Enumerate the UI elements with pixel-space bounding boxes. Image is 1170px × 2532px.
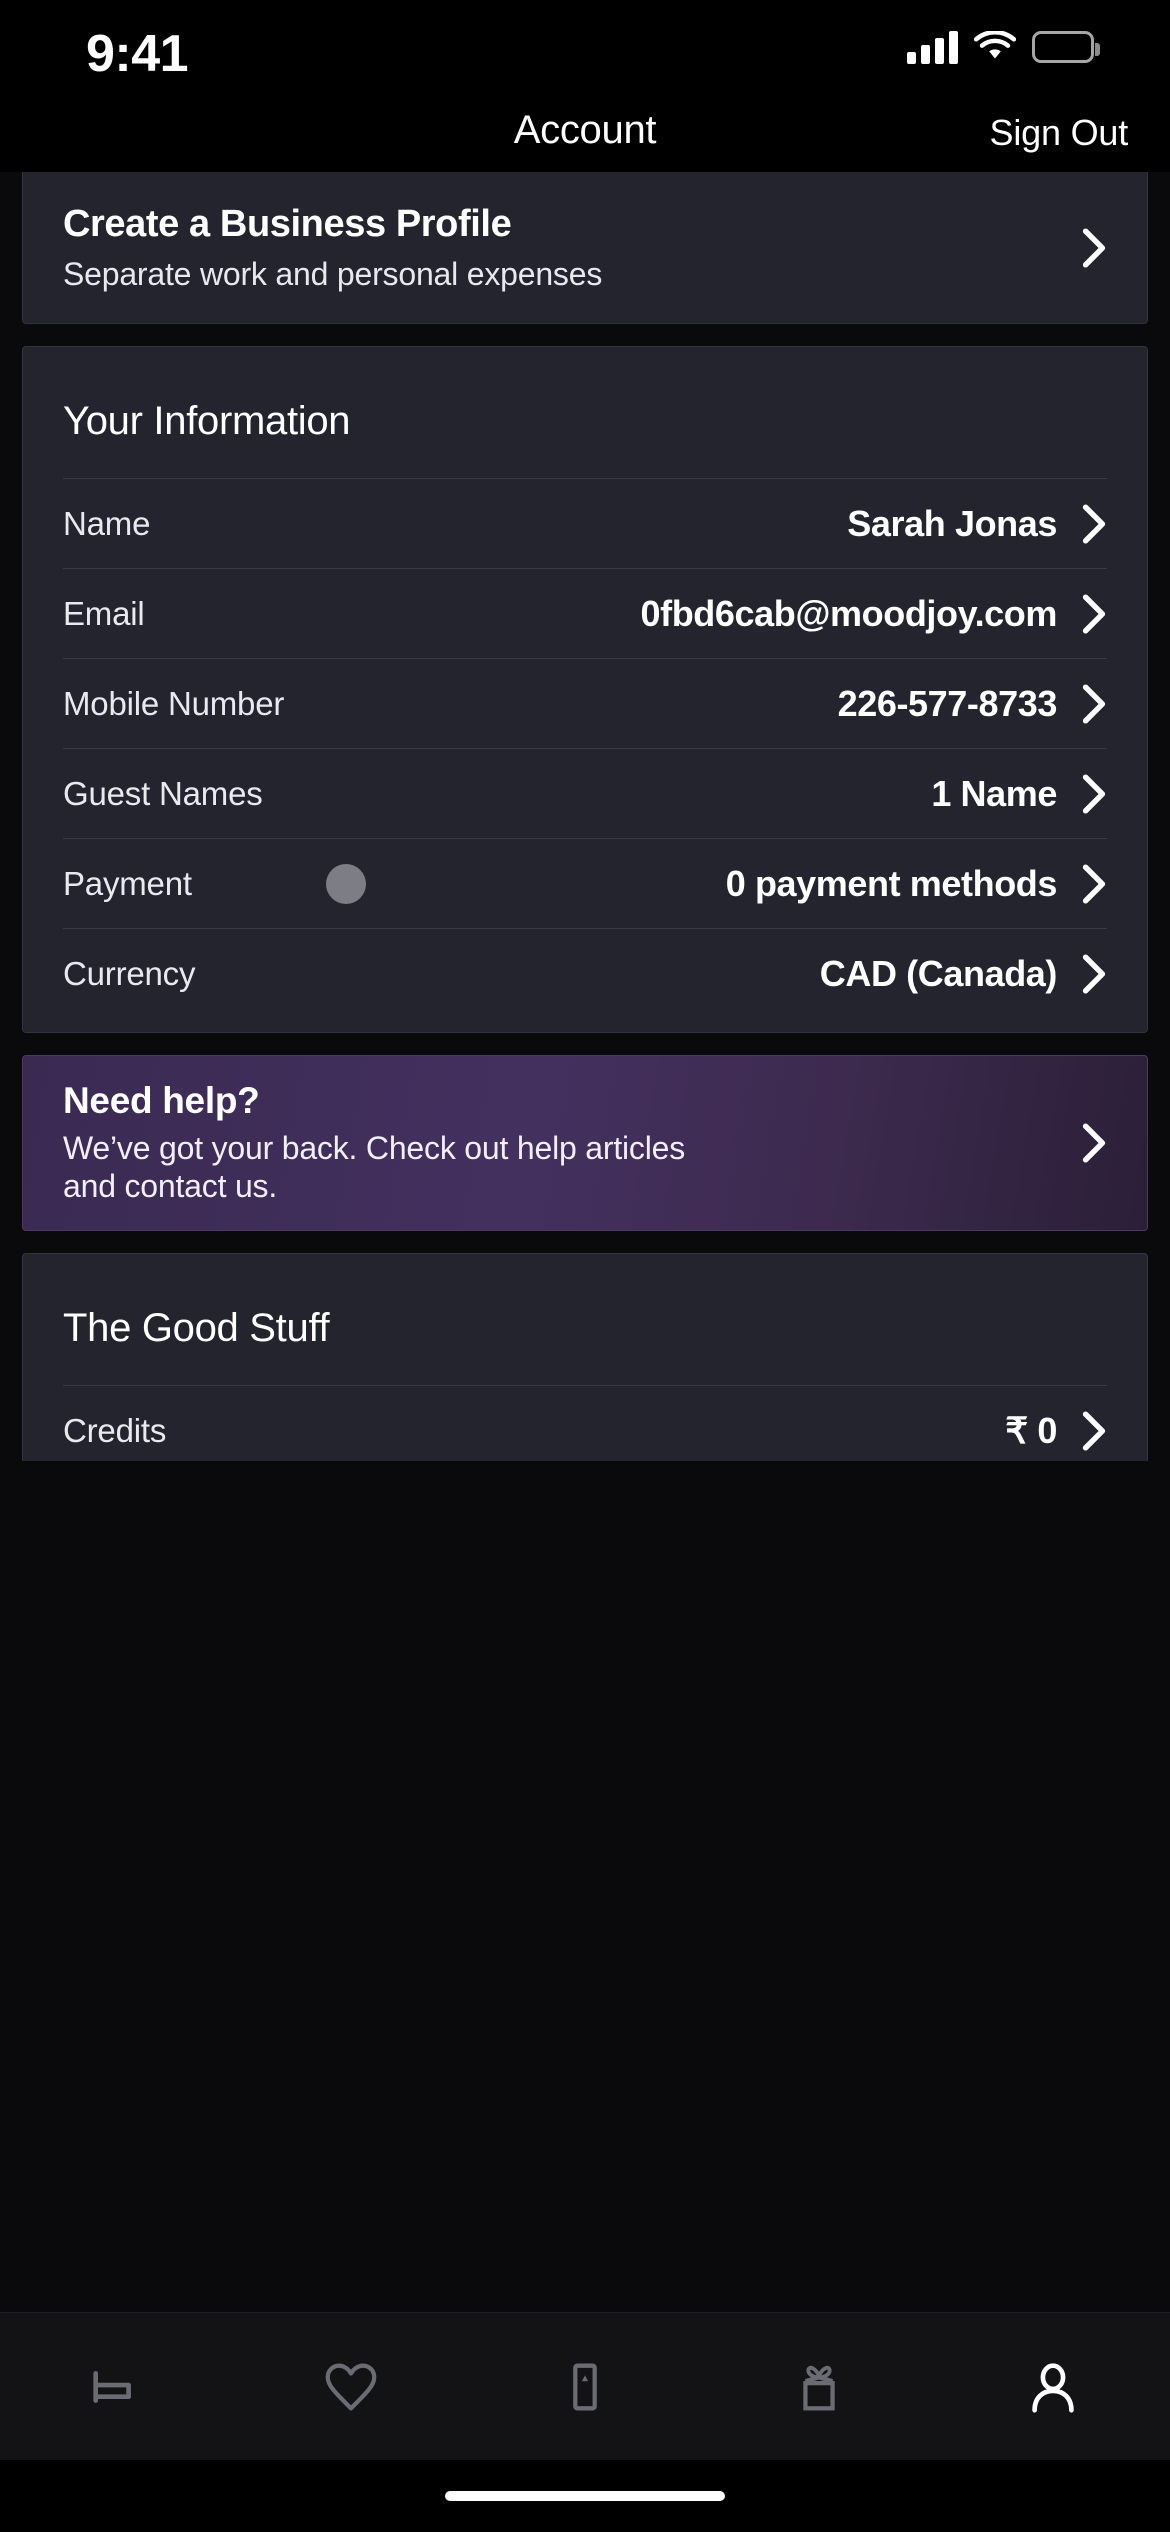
need-help-text: Need help? We’ve got your back. Check ou… [63, 1080, 703, 1206]
good-stuff-card: The Good Stuff Credits ₹ 0 [22, 1253, 1148, 1461]
row-label: Email [63, 594, 145, 632]
row-label: Currency [63, 954, 196, 992]
create-business-profile-card[interactable]: Create a Business Profile Separate work … [22, 172, 1148, 324]
status-bar: 9:41 [0, 0, 1170, 100]
row-value: CAD (Canada) [819, 952, 1058, 994]
row-label: Credits [63, 1411, 167, 1449]
row-value-group: Sarah Jonas [847, 503, 1107, 545]
business-profile-text: Create a Business Profile Separate work … [63, 203, 602, 293]
touch-indicator [326, 863, 366, 904]
row-value-group: 1 Name [931, 773, 1107, 815]
phone-screen: 9:41 Account Sign Out Create a Business … [0, 0, 1170, 2532]
chevron-right-icon [1082, 593, 1106, 634]
need-help-card[interactable]: Need help? We’ve got your back. Check ou… [22, 1055, 1148, 1231]
info-row-guest-names[interactable]: Guest Names 1 Name [63, 748, 1107, 838]
row-value-group: 0 payment methods [726, 863, 1107, 905]
sign-out-button[interactable]: Sign Out [990, 112, 1129, 154]
row-value: 0fbd6cab@moodjoy.com [640, 592, 1058, 634]
row-label: Mobile Number [63, 684, 285, 722]
business-profile-subtitle: Separate work and personal expenses [63, 255, 603, 292]
wifi-icon [974, 31, 1016, 59]
good-stuff-heading: The Good Stuff [63, 1306, 330, 1350]
need-help-body: We’ve got your back. Check out help arti… [63, 1130, 686, 1204]
tab-account[interactable] [973, 2313, 1133, 2460]
info-row-currency[interactable]: Currency CAD (Canada) [63, 928, 1107, 1018]
home-indicator[interactable] [445, 2491, 725, 2501]
tab-wishlist[interactable] [271, 2313, 431, 2460]
status-time: 9:41 [86, 25, 189, 83]
chevron-right-icon [1082, 773, 1106, 814]
info-row-mobile-number[interactable]: Mobile Number 226-577-8733 [63, 658, 1107, 748]
row-label: Name [63, 504, 151, 542]
info-row-credits[interactable]: Credits ₹ 0 [63, 1385, 1107, 1461]
home-indicator-area [0, 2460, 1170, 2532]
need-help-title: Need help? [63, 1080, 260, 1122]
row-value: ₹ 0 [1005, 1409, 1057, 1451]
battery-icon [1032, 31, 1100, 63]
row-value: Sarah Jonas [847, 502, 1057, 544]
tab-stays[interactable] [37, 2313, 197, 2460]
row-value: 0 payment methods [725, 862, 1058, 904]
gift-icon [803, 2365, 835, 2410]
your-information-heading: Your Information [63, 399, 351, 443]
bottom-tab-bar [0, 2312, 1170, 2460]
row-value-group: 0fbd6cab@moodjoy.com [641, 593, 1108, 635]
row-value-group: 226-577-8733 [838, 683, 1107, 725]
info-row-email[interactable]: Email 0fbd6cab@moodjoy.com [63, 568, 1107, 658]
chevron-right-icon [1082, 1410, 1106, 1451]
info-row-payment[interactable]: Payment 0 payment methods [63, 838, 1107, 928]
chevron-right-icon [1082, 227, 1106, 268]
chevron-right-icon [1082, 863, 1106, 904]
row-label: Guest Names [63, 774, 263, 812]
row-value-group: ₹ 0 [1005, 1410, 1107, 1452]
status-icons [907, 30, 1100, 64]
chevron-right-icon [1082, 1123, 1106, 1163]
trips-ticket-icon [573, 2363, 597, 2410]
chevron-right-icon [1082, 953, 1106, 994]
tab-trips[interactable] [505, 2313, 665, 2460]
heart-icon [325, 2363, 377, 2410]
row-label: Payment [63, 864, 192, 902]
tab-gifts[interactable] [739, 2313, 899, 2460]
chevron-right-icon [1082, 683, 1106, 724]
scroll-content[interactable]: Create a Business Profile Separate work … [0, 172, 1170, 2312]
info-row-name[interactable]: Name Sarah Jonas [63, 478, 1107, 568]
row-value: 1 Name [931, 772, 1057, 814]
chevron-right-icon [1082, 503, 1106, 544]
your-information-card: Your Information Name Sarah Jonas Email … [22, 346, 1148, 1033]
row-value: 226-577-8733 [837, 682, 1058, 724]
business-profile-title: Create a Business Profile [63, 202, 512, 245]
person-icon [1032, 2362, 1074, 2413]
signal-bars-icon [907, 30, 958, 64]
nav-header: Account Sign Out [0, 100, 1170, 172]
row-value-group: CAD (Canada) [820, 953, 1107, 995]
bed-icon [93, 2370, 131, 2403]
